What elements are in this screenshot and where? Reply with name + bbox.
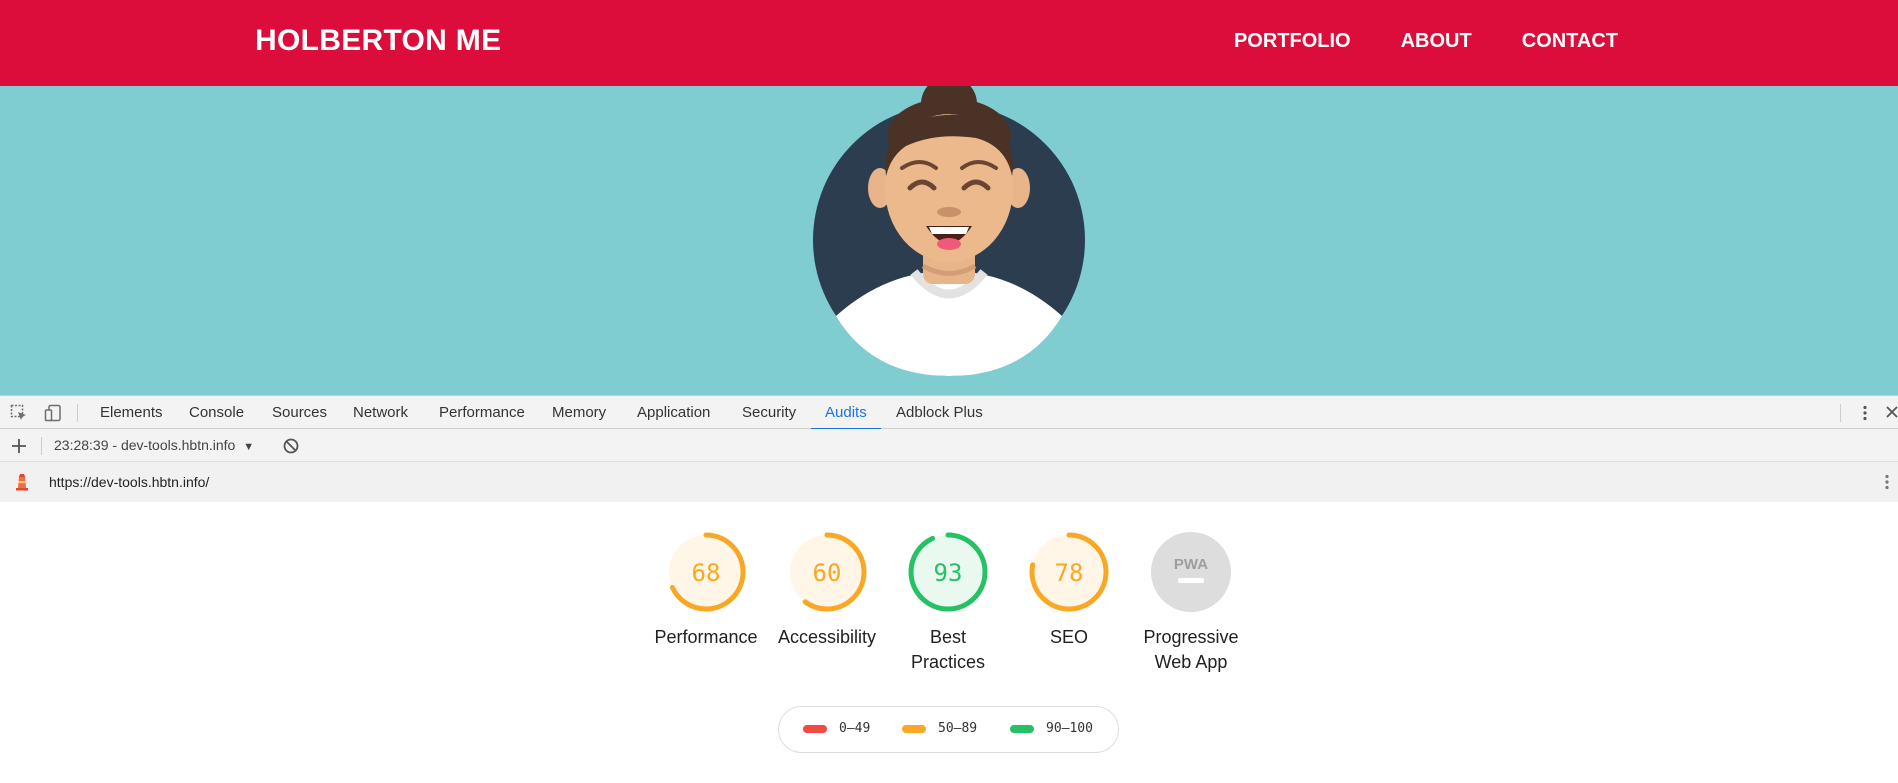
tab-audits[interactable]: Audits [811,396,881,430]
tab-performance[interactable]: Performance [439,396,525,429]
tab-adblock-plus[interactable]: Adblock Plus [896,396,983,429]
score-legend: 0–49 50–89 90–100 [778,706,1119,753]
device-toolbar-icon[interactable] [44,404,62,422]
tab-security[interactable]: Security [742,396,796,429]
report-menu-icon[interactable] [1878,473,1896,491]
audits-toolbar: 23:28:39 - dev-tools.hbtn.info ▼ [0,429,1898,462]
gauge-label: Accessibility [777,627,877,647]
legend-range: 90–100 [1046,721,1093,736]
gauge-pwa[interactable]: PWA Progressive Web App [1131,531,1251,675]
audited-url-link[interactable]: https://dev-tools.hbtn.info/ [49,474,209,490]
tab-network[interactable]: Network [353,396,408,429]
site-nav: PORTFOLIO ABOUT CONTACT [1234,30,1618,53]
close-icon[interactable] [1884,404,1898,422]
legend-swatch [1010,724,1034,733]
tab-memory[interactable]: Memory [552,396,606,429]
site-header: HOLBERTON ME PORTFOLIO ABOUT CONTACT [0,0,1898,86]
gauge-seo[interactable]: 78 SEO [1009,531,1129,650]
pwa-icon: PWA [1174,556,1208,573]
gauge-label: Performance [654,627,758,647]
gauge-label: SEO [1049,627,1088,647]
legend-pass: 90–100 [1010,721,1093,736]
clear-all-icon[interactable] [282,437,300,455]
legend-range: 0–49 [839,721,871,736]
tab-elements[interactable]: Elements [100,396,163,429]
gauge-score: 68 [692,559,721,587]
gauge-score: 93 [934,559,963,587]
legend-fail: 0–49 [803,721,870,736]
lighthouse-icon [16,474,28,491]
tab-application[interactable]: Application [637,396,710,429]
gauge-ring: 60 [787,532,867,612]
legend-swatch [803,724,827,733]
chevron-down-icon: ▼ [243,441,255,453]
gauge-performance[interactable]: 68 Performance [646,531,766,650]
tab-console[interactable]: Console [189,396,244,429]
site-title[interactable]: HOLBERTON ME [255,24,501,58]
nav-about-link[interactable]: ABOUT [1401,30,1472,53]
report-url-bar: https://dev-tools.hbtn.info/ [0,462,1898,502]
nav-portfolio-link[interactable]: PORTFOLIO [1234,30,1351,53]
new-audit-icon[interactable] [10,437,28,455]
report-selector[interactable]: 23:28:39 - dev-tools.hbtn.info ▼ [54,437,254,453]
gauge-accessibility[interactable]: 60 Accessibility [767,531,887,650]
score-gauges: 68 Performance 60 Accessibility 93 Best Prac… [0,502,1898,702]
legend-swatch [902,724,926,733]
devtools-tabbar: Elements Console Sources Network Perform… [0,395,1898,430]
not-applicable-dash [1178,578,1204,583]
gauge-ring: 78 [1029,532,1109,612]
gauge-label: Best Practices [910,627,986,672]
toolbar-divider [41,437,42,455]
toolbar-divider [1840,404,1841,422]
legend-average: 50–89 [902,721,977,736]
tab-sources[interactable]: Sources [272,396,327,429]
gauge-ring: 68 [666,532,746,612]
toolbar-divider [77,404,78,422]
gauge-best-practices[interactable]: 93 Best Practices [888,531,1008,675]
hero-section [0,86,1898,395]
more-options-icon[interactable] [1856,404,1874,422]
gauge-score: 60 [813,559,842,587]
legend-range: 50–89 [938,721,978,736]
nav-contact-link[interactable]: CONTACT [1522,30,1618,53]
inspect-element-icon[interactable] [10,404,28,422]
gauge-score: 78 [1055,559,1084,587]
gauge-ring: 93 [908,532,988,612]
gauge-ring: PWA [1151,532,1231,612]
report-selector-label: 23:28:39 - dev-tools.hbtn.info [54,437,236,453]
gauge-label: Progressive Web App [1143,627,1239,672]
avatar [813,86,1085,376]
